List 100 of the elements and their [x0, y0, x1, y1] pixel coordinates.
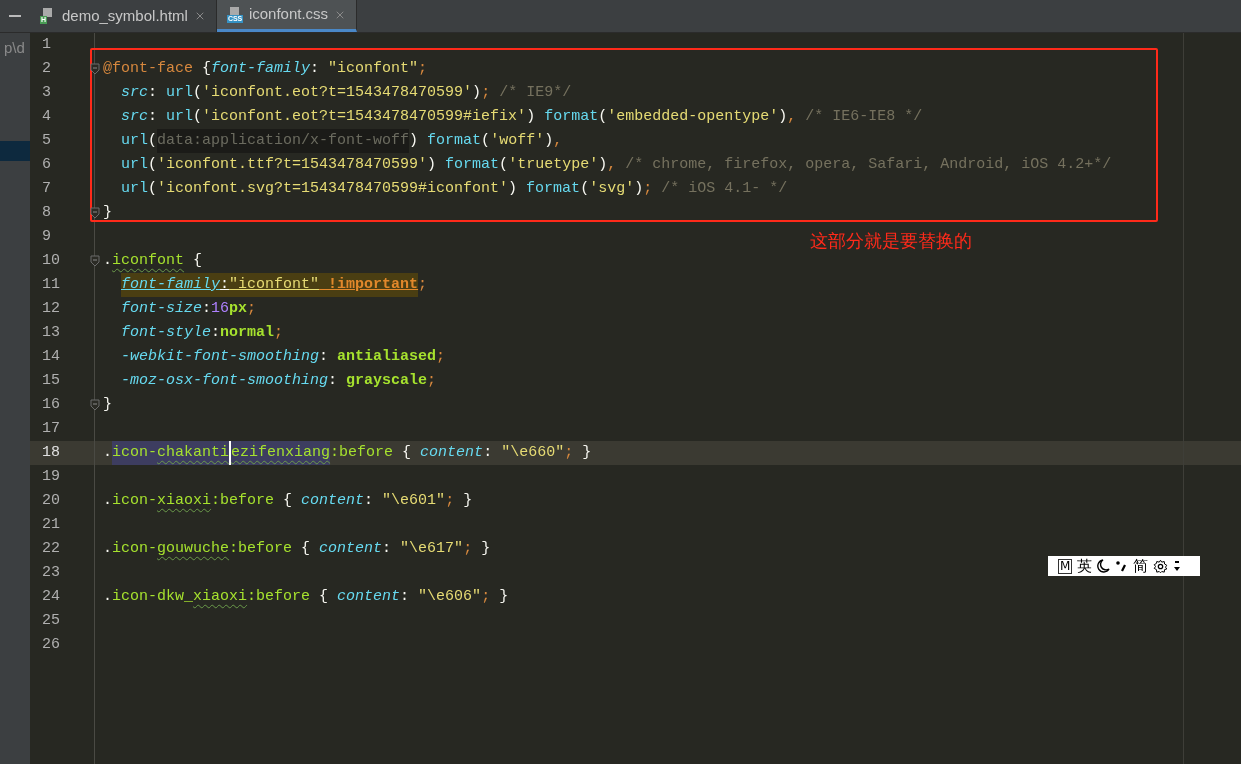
code-token: iconfont [112, 251, 185, 271]
code-token: format [444, 155, 500, 175]
tab-label: demo_symbol.html [62, 5, 188, 26]
line-number: 11 [41, 275, 61, 295]
code-token: 'embedded-opentype' [607, 107, 779, 127]
code-token: : [202, 299, 212, 319]
code-token: . [103, 443, 112, 463]
code-token: : [319, 347, 330, 367]
code-token: ) [427, 155, 437, 175]
line-number: 14 [41, 347, 61, 367]
line-number: 20 [41, 491, 61, 511]
line-number: 13 [41, 323, 61, 343]
code-token: ; [427, 371, 437, 391]
code-token: !important [319, 273, 419, 297]
code-token: } [103, 395, 112, 415]
code-token: ( [580, 179, 590, 199]
code-token: ( [499, 155, 509, 175]
code-token: } [462, 491, 473, 511]
code-token: : [148, 83, 159, 103]
code-token: font-size [121, 299, 202, 319]
code-token: icon-dkw_ [112, 587, 194, 607]
line-number: 6 [41, 155, 52, 175]
code-token: { [300, 539, 312, 559]
code-token: ) [544, 131, 554, 151]
code-token: ; [247, 299, 257, 319]
code-token: : [483, 443, 494, 463]
code-token: 'woff' [490, 131, 545, 151]
code-token: ; [643, 179, 653, 199]
code-token: ( [193, 107, 203, 127]
line-number: 2 [41, 59, 52, 79]
code-token: font-family [121, 273, 221, 297]
project-path: p\d [3, 38, 26, 58]
code-token: ) [634, 179, 644, 199]
code-token: /* IE6-IE8 */ [804, 107, 923, 127]
code-token: : [382, 539, 393, 559]
line-number: 23 [41, 563, 61, 583]
code-token: :before [211, 491, 275, 511]
code-token: ) [472, 83, 482, 103]
code-token: : [400, 587, 411, 607]
fold-icon[interactable] [90, 255, 100, 267]
code-token: . [103, 539, 112, 559]
code-token: ; [564, 443, 574, 463]
code-token: : [148, 107, 159, 127]
code-token: ( [148, 155, 158, 175]
code-token: ; [418, 275, 428, 295]
fold-icon[interactable] [90, 399, 100, 411]
moon-icon[interactable] [1097, 559, 1111, 573]
code-token: url [121, 179, 148, 199]
line-number: 5 [41, 131, 52, 151]
code-token: xiaoxi [193, 587, 248, 607]
code-token: ; [481, 83, 491, 103]
tab-label: iconfont.css [248, 4, 329, 25]
code-token: format [426, 131, 482, 151]
code-token: 16 [211, 299, 230, 319]
code-token: ; [463, 539, 473, 559]
code-token: 'truetype' [508, 155, 599, 175]
code-token: "\e606" [418, 587, 482, 607]
code-token: /* iOS 4.1- */ [660, 179, 788, 199]
script-toggle[interactable]: 简 [1133, 557, 1149, 575]
code-token: , [787, 107, 797, 127]
code-token: . [103, 491, 112, 511]
code-token: { [201, 59, 212, 79]
fold-icon[interactable] [90, 63, 100, 75]
code-token: ; [274, 323, 284, 343]
code-token: antialiased [337, 347, 437, 367]
line-number: 8 [41, 203, 52, 223]
code-token: -webkit-font-smoothing [121, 347, 320, 367]
code-token: icon- [112, 491, 158, 511]
punctuation-icon[interactable] [1115, 559, 1129, 573]
code-token: { [401, 443, 413, 463]
more-icon[interactable] [1173, 560, 1182, 572]
code-token: : [328, 371, 339, 391]
line-number: 3 [41, 83, 52, 103]
line-number: 4 [41, 107, 52, 127]
language-toggle[interactable]: 英 [1077, 557, 1093, 575]
selection-highlight [0, 141, 30, 161]
input-mode-key[interactable]: M [1058, 558, 1073, 574]
code-token: content [319, 539, 383, 559]
code-token: icon- [112, 441, 158, 465]
fold-icon[interactable] [90, 207, 100, 219]
code-token: gouwuche [157, 539, 230, 559]
code-token: :before [247, 587, 311, 607]
code-token: "iconfont" [328, 59, 419, 79]
line-number: 19 [41, 467, 61, 487]
line-number: 15 [41, 371, 61, 391]
code-token: format [543, 107, 599, 127]
code-token: /* chrome, firefox, opera, Safari, Android, iOS 4.2+*/ [624, 155, 1112, 175]
settings-icon[interactable] [1153, 558, 1169, 574]
code-token: ; [481, 587, 491, 607]
code-token: { [318, 587, 330, 607]
code-token: 'iconfont.eot?t=1543478470599#iefix' [202, 107, 527, 127]
code-token: data:application/x-font-woff [157, 129, 410, 153]
code-token: px [229, 299, 248, 319]
code-token: chakanti [157, 441, 232, 465]
code-token: } [581, 443, 592, 463]
code-token: ( [148, 131, 158, 151]
line-number: 25 [41, 611, 61, 631]
code-token: 'iconfont.ttf?t=1543478470599' [157, 155, 428, 175]
code-token: } [498, 587, 509, 607]
code-token: "iconfont" [229, 273, 320, 297]
